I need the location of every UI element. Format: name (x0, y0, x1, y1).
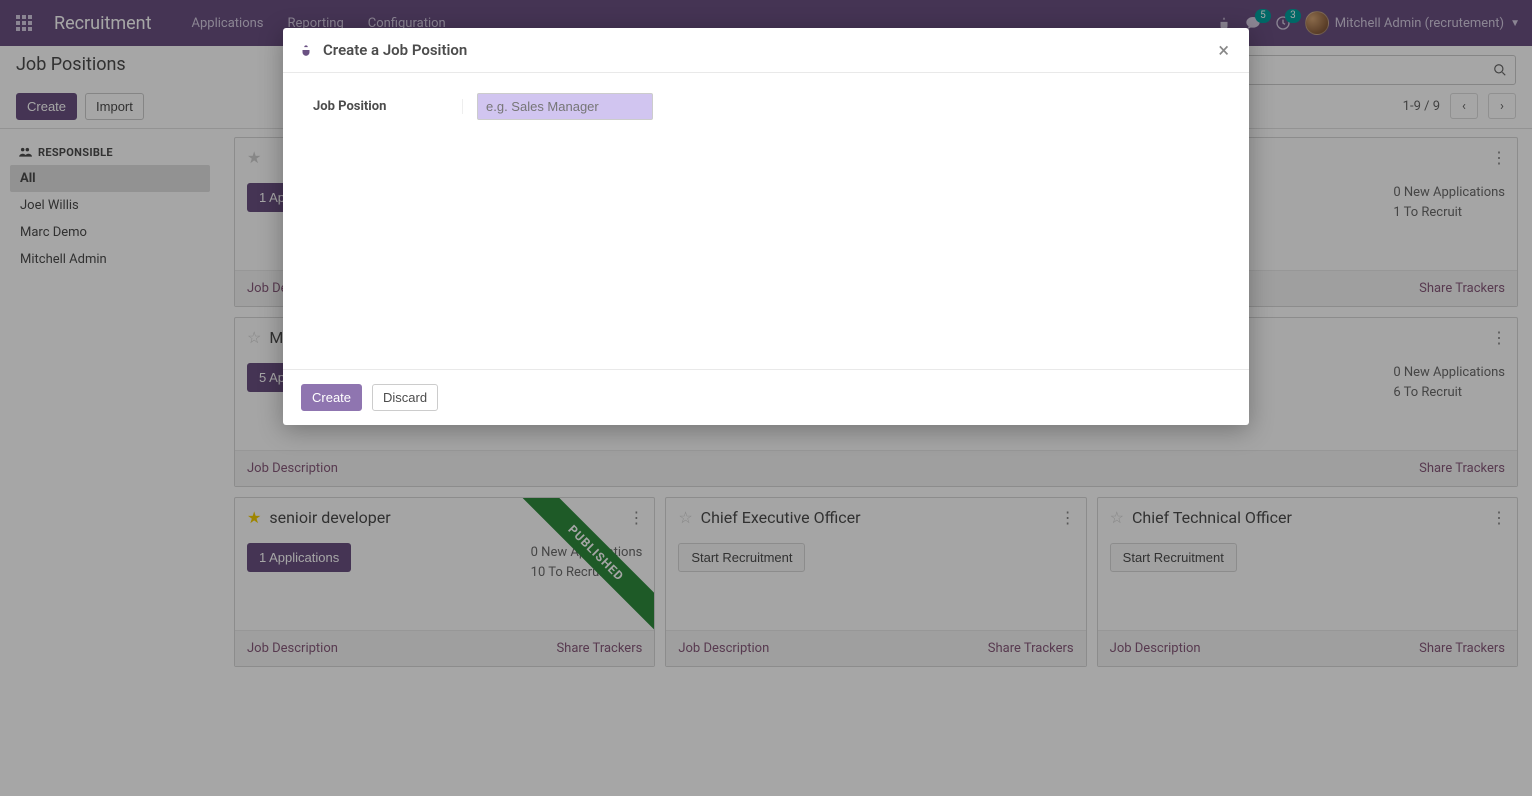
bug-icon[interactable] (299, 43, 313, 57)
modal-discard-button[interactable]: Discard (372, 384, 438, 411)
modal-header: Create a Job Position × (283, 28, 1249, 73)
modal-create-button[interactable]: Create (301, 384, 362, 411)
close-icon[interactable]: × (1214, 40, 1233, 60)
job-position-label: Job Position (313, 99, 463, 114)
modal-overlay: Create a Job Position × Job Position Cre… (0, 0, 1532, 796)
modal-footer: Create Discard (283, 369, 1249, 425)
job-position-input[interactable] (477, 93, 653, 120)
modal-title: Create a Job Position (323, 41, 1214, 59)
create-job-modal: Create a Job Position × Job Position Cre… (283, 28, 1249, 425)
modal-body: Job Position (283, 73, 1249, 369)
